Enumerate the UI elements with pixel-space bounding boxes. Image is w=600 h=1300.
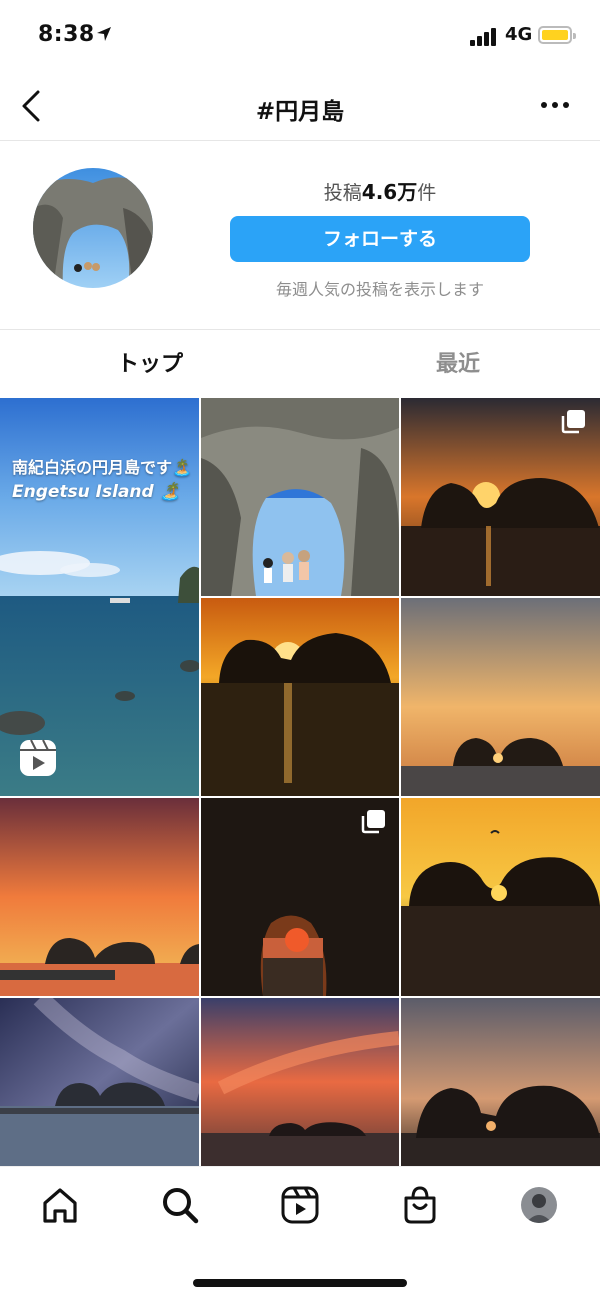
- top-bar: #円月島: [0, 72, 600, 141]
- shop-icon[interactable]: [400, 1185, 440, 1225]
- post-caption-line1: 南紀白浜の円月島です🏝️: [12, 458, 192, 477]
- multiple-photos-icon: [361, 810, 385, 834]
- grid-post[interactable]: [401, 998, 600, 1166]
- tab-top[interactable]: トップ: [0, 346, 300, 378]
- divider: [0, 329, 600, 330]
- weekly-info: 毎週人気の投稿を表示します: [275, 280, 484, 299]
- location-arrow-icon: [97, 27, 111, 41]
- network-type: 4G: [505, 24, 533, 45]
- reels-icon[interactable]: [280, 1185, 320, 1225]
- grid-post[interactable]: [201, 998, 399, 1166]
- home-indicator: [193, 1279, 407, 1287]
- posts-count: 投稿4.6万件: [323, 180, 437, 204]
- bottom-nav: [0, 1166, 600, 1300]
- status-time: 8:38: [38, 22, 95, 47]
- profile-avatar[interactable]: [521, 1187, 557, 1223]
- home-icon[interactable]: [40, 1185, 80, 1225]
- grid-post[interactable]: [201, 598, 399, 796]
- status-bar: 8:38 4G: [0, 0, 600, 72]
- grid-post[interactable]: [401, 398, 600, 596]
- post-caption-line2: Engetsu Island 🏝️: [12, 482, 181, 502]
- post-grid: 南紀白浜の円月島です🏝️ Engetsu Island 🏝️: [0, 398, 600, 1166]
- follow-button[interactable]: フォローする: [230, 216, 530, 262]
- battery-icon: [538, 26, 576, 44]
- grid-post[interactable]: [201, 798, 399, 996]
- hashtag-avatar: [33, 168, 153, 288]
- page-title: #円月島: [255, 99, 345, 125]
- grid-post-reel[interactable]: 南紀白浜の円月島です🏝️ Engetsu Island 🏝️: [0, 398, 199, 796]
- grid-post[interactable]: [401, 798, 600, 996]
- grid-post[interactable]: [401, 598, 600, 796]
- tab-recent[interactable]: 最近: [308, 346, 600, 378]
- reels-badge-icon: [20, 739, 56, 776]
- more-options-icon[interactable]: [540, 100, 570, 110]
- signal-icon: [470, 28, 496, 46]
- grid-post[interactable]: [0, 798, 199, 996]
- search-icon[interactable]: [160, 1185, 200, 1225]
- grid-post[interactable]: [201, 398, 399, 596]
- grid-post[interactable]: [0, 998, 199, 1166]
- multiple-photos-icon: [561, 410, 585, 434]
